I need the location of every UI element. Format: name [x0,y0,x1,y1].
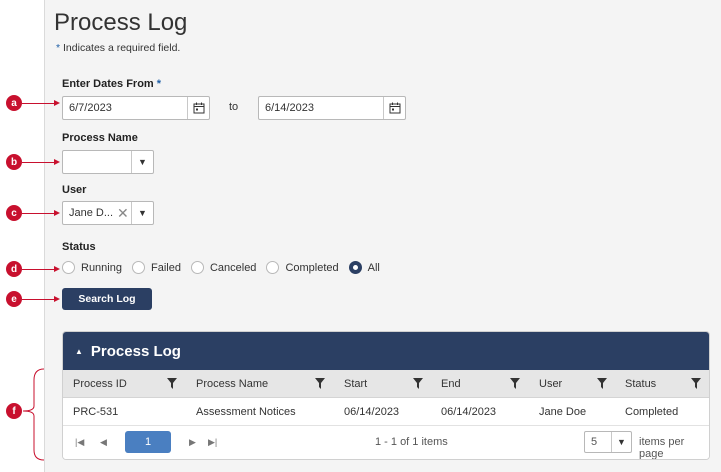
cell-user: Jane Doe [539,406,587,418]
callout-arrow-icon [54,159,60,165]
filter-icon[interactable] [167,378,177,389]
dropdown-arrow-icon[interactable]: ▼ [131,202,153,224]
column-header-end[interactable]: End [441,378,461,390]
callout-c: c [6,205,22,221]
status-label: Status [62,241,96,253]
callout-f: f [6,403,22,419]
grid-header[interactable]: ▲ Process Log [63,332,709,370]
status-radio-failed[interactable]: Failed [131,261,181,274]
status-option-label: Failed [150,261,181,274]
callout-arrow-icon [54,296,60,302]
required-note-text: Indicates a required field. [60,42,181,54]
user-value: Jane D... [69,207,114,219]
page-number-button[interactable]: 1 [125,431,171,453]
radio-circle[interactable] [266,261,280,274]
date-from-calendar-button[interactable] [187,97,209,119]
status-radio-canceled[interactable]: Canceled [190,261,257,274]
collapse-triangle-icon[interactable]: ▲ [75,347,83,356]
callout-b: b [6,154,22,170]
radio-circle-selected[interactable] [348,261,362,274]
search-log-button[interactable]: Search Log [62,288,152,310]
next-page-icon[interactable]: ▶ [189,437,196,448]
column-header-process-name[interactable]: Process Name [196,378,268,390]
filter-icon[interactable] [691,378,701,389]
filter-icon[interactable] [597,378,607,389]
grid-title: Process Log [90,342,181,360]
date-from-value: 6/7/2023 [69,102,112,114]
callout-line [22,103,54,104]
calendar-icon [389,102,400,114]
status-option-label: Completed [285,261,339,274]
callout-e: e [6,291,22,307]
status-option-label: All [367,261,380,274]
callout-d: d [6,261,22,277]
filter-icon[interactable] [315,378,325,389]
dropdown-arrow-icon[interactable]: ▼ [611,432,631,452]
dates-label-text: Enter Dates From [62,78,154,90]
date-to-input[interactable]: 6/14/2023 [258,96,406,120]
filter-icon[interactable] [413,378,423,389]
callout-line [22,269,54,270]
pager: |◀ ◀ 1 ▶ ▶| 1 - 1 of 1 items 5 ▼ items p… [63,426,709,460]
page-size-value: 5 [591,436,598,448]
page-size-label: items per page [639,436,685,460]
cell-end: 06/14/2023 [441,406,497,418]
column-header-process-id[interactable]: Process ID [73,378,127,390]
date-to-calendar-button[interactable] [383,97,405,119]
required-note: * Indicates a required field. [56,42,180,54]
page-title: Process Log [54,9,188,36]
radio-circle[interactable] [190,261,204,274]
calendar-icon [193,102,204,114]
process-name-dropdown[interactable]: ▼ [62,150,154,174]
cell-process-name: Assessment Notices [196,406,296,418]
radio-circle[interactable] [62,261,75,274]
date-to-label: to [229,101,239,113]
callout-bracket [22,368,45,461]
status-radio-all[interactable]: All [348,261,380,274]
status-option-label: Canceled [209,261,257,274]
first-page-icon[interactable]: |◀ [75,437,84,448]
dropdown-arrow-icon[interactable]: ▼ [131,151,153,173]
status-option-label: Running [81,261,122,274]
last-page-icon[interactable]: ▶| [208,437,217,448]
column-header-status[interactable]: Status [625,378,656,390]
dates-label: Enter Dates From * [62,78,161,90]
dates-required-star: * [156,78,162,90]
callout-line [22,213,54,214]
callout-arrow-icon [54,210,60,216]
process-name-label: Process Name [62,132,138,144]
cell-status: Completed [625,406,679,418]
clear-icon[interactable]: ✕ [117,205,129,222]
callout-arrow-icon [54,100,60,106]
prev-page-icon[interactable]: ◀ [100,437,107,448]
page-size-dropdown[interactable]: 5 ▼ [584,431,632,453]
status-radio-completed[interactable]: Completed [266,261,339,274]
column-header-user[interactable]: User [539,378,562,390]
callout-line [22,162,54,163]
cell-process-id: PRC-531 [73,406,119,418]
filter-icon[interactable] [510,378,520,389]
user-dropdown[interactable]: Jane D... ✕ ▼ [62,201,154,225]
status-radio-running[interactable]: Running [62,261,122,274]
callout-line [22,299,54,300]
callout-arrow-icon [54,266,60,272]
table-row[interactable]: PRC-531 Assessment Notices 06/14/2023 06… [63,398,709,426]
cell-start: 06/14/2023 [344,406,400,418]
radio-circle[interactable] [131,261,145,274]
user-label: User [62,184,87,196]
column-header-start[interactable]: Start [344,378,367,390]
date-from-input[interactable]: 6/7/2023 [62,96,210,120]
column-header-row: Process ID Process Name Start End User S… [63,370,709,398]
status-radio-group: Running Failed Canceled Completed All [62,261,390,274]
callout-a: a [6,95,22,111]
pager-info: 1 - 1 of 1 items [375,436,448,448]
date-to-value: 6/14/2023 [265,102,314,114]
process-log-grid: ▲ Process Log Process ID Process Name St… [62,331,710,460]
